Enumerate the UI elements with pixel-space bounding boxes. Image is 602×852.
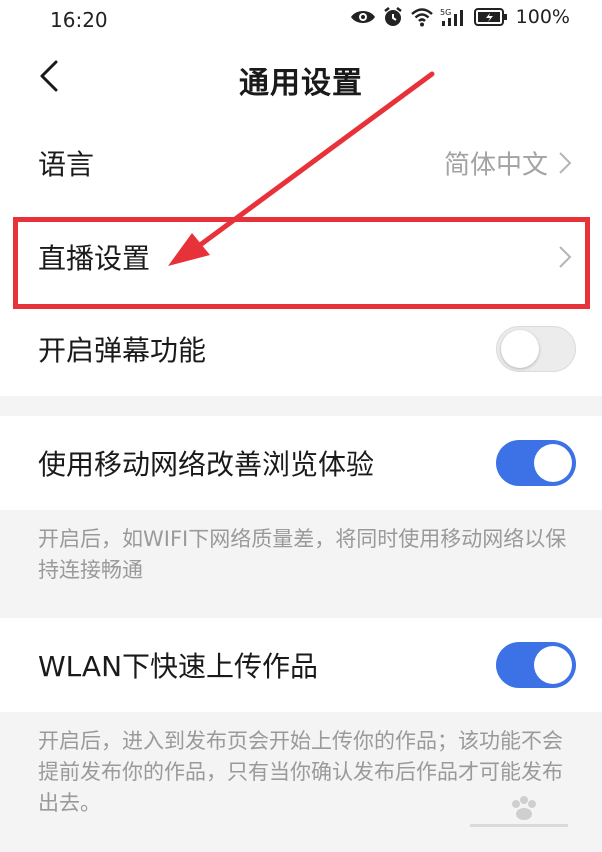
language-label: 语言 (38, 148, 95, 181)
svg-text:5G: 5G (440, 8, 451, 17)
navigation-bar: 通用设置 (0, 38, 602, 116)
language-row[interactable]: 语言 简体中文 (0, 116, 602, 210)
battery-percent: 100% (515, 6, 570, 28)
live-settings-row[interactable]: 直播设置 (0, 210, 602, 304)
wlan-upload-label: WLAN下快速上传作品 (38, 650, 319, 683)
alarm-icon (382, 6, 404, 28)
language-value: 简体中文 (443, 150, 548, 181)
eye-icon (350, 8, 376, 26)
danmaku-row: 开启弹幕功能 (0, 302, 602, 396)
wlan-upload-toggle[interactable] (496, 642, 576, 688)
battery-icon (473, 8, 508, 26)
mobile-network-label: 使用移动网络改善浏览体验 (38, 448, 375, 481)
wlan-upload-row: WLAN下快速上传作品 (0, 618, 602, 712)
wlan-upload-description: 开启后，进入到发布页会开始上传你的作品；该功能不会提前发布你的作品，只有当你确认… (38, 729, 563, 815)
mobile-network-row: 使用移动网络改善浏览体验 (0, 416, 602, 510)
status-time: 16:20 (50, 8, 108, 32)
danmaku-label: 开启弹幕功能 (38, 334, 207, 367)
mobile-network-toggle[interactable] (496, 440, 576, 486)
5g-signal-icon: 5G (440, 7, 468, 27)
chevron-right-icon (558, 245, 572, 269)
toggle-knob (501, 330, 539, 368)
status-icons: 5G 100% (350, 6, 570, 28)
toggle-knob (534, 444, 572, 482)
toggle-knob (534, 646, 572, 684)
mobile-network-description: 开启后，如WIFI下网络质量差，将同时使用移动网络以保持连接畅通 (38, 527, 567, 582)
live-settings-label: 直播设置 (38, 242, 151, 275)
chevron-right-icon (558, 151, 572, 175)
danmaku-toggle[interactable] (496, 326, 576, 372)
status-bar: 16:20 5G 100% (0, 0, 602, 38)
page-title: 通用设置 (239, 66, 363, 101)
wifi-icon (410, 7, 434, 27)
